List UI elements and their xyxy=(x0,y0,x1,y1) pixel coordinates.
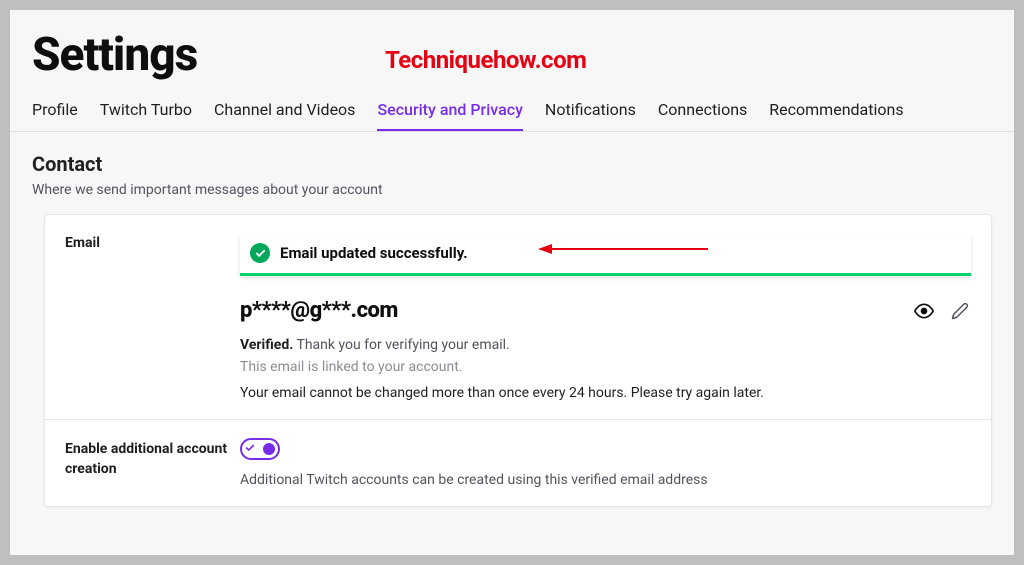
verified-text: Thank you for verifying your email. xyxy=(293,337,509,353)
section-desc: Where we send important messages about y… xyxy=(10,182,1014,214)
additional-account-row: Enable additional account creation Addit… xyxy=(45,420,991,506)
toggle-check-icon xyxy=(245,443,255,455)
alert-text: Email updated successfully. xyxy=(280,244,468,262)
tab-notifications[interactable]: Notifications xyxy=(545,92,636,131)
section-title: Contact xyxy=(10,132,1014,182)
eye-icon xyxy=(914,301,934,321)
email-label: Email xyxy=(65,233,240,401)
check-circle-icon xyxy=(250,243,270,263)
settings-tabs: Profile Twitch Turbo Channel and Videos … xyxy=(10,92,1014,132)
verified-label: Verified. xyxy=(240,337,293,353)
reveal-email-button[interactable] xyxy=(913,300,935,322)
tab-recommendations[interactable]: Recommendations xyxy=(769,92,903,131)
email-row: Email Email updated successfully. p****@… xyxy=(45,215,991,420)
edit-email-button[interactable] xyxy=(949,300,971,322)
contact-card: Email Email updated successfully. p****@… xyxy=(44,214,992,507)
tab-security-privacy[interactable]: Security and Privacy xyxy=(377,92,522,131)
tab-channel-videos[interactable]: Channel and Videos xyxy=(214,92,355,131)
additional-label: Enable additional account creation xyxy=(65,438,240,488)
verified-line: Verified. Thank you for verifying your e… xyxy=(240,337,971,353)
watermark-text: Techniquehow.com xyxy=(385,46,586,74)
additional-toggle[interactable] xyxy=(240,438,280,460)
email-value-row: p****@g***.com xyxy=(240,298,971,323)
email-actions xyxy=(913,300,971,322)
settings-page: Techniquehow.com Settings Profile Twitch… xyxy=(10,10,1014,555)
toggle-knob xyxy=(263,443,275,455)
tab-profile[interactable]: Profile xyxy=(32,92,78,131)
additional-desc: Additional Twitch accounts can be create… xyxy=(240,472,971,488)
tab-twitch-turbo[interactable]: Twitch Turbo xyxy=(100,92,192,131)
tab-connections[interactable]: Connections xyxy=(658,92,747,131)
annotation-arrow-icon xyxy=(538,242,708,256)
email-value: p****@g***.com xyxy=(240,298,398,323)
success-alert: Email updated successfully. xyxy=(240,233,971,276)
pencil-icon xyxy=(951,302,969,320)
cooldown-text: Your email cannot be changed more than o… xyxy=(240,385,971,401)
linked-text: This email is linked to your account. xyxy=(240,359,971,375)
